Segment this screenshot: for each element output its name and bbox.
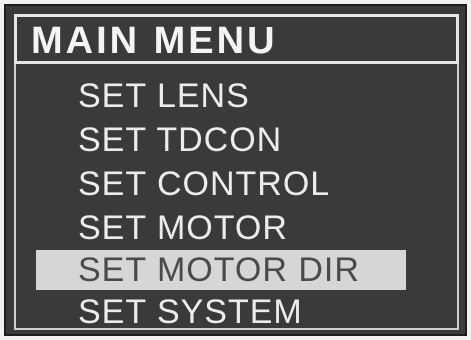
menu-item-set-control[interactable]: SET CONTROL [78, 164, 330, 204]
menu-panel: SET LENS SET TDCON SET CONTROL SET MOTOR… [14, 64, 459, 332]
menu-item-set-system[interactable]: SET SYSTEM [78, 292, 303, 332]
menu-item-label: SET MOTOR [78, 209, 288, 247]
osd-screen: MAIN MENU SET LENS SET TDCON SET CONTROL… [4, 4, 467, 336]
menu-item-label: SET SYSTEM [78, 293, 303, 331]
menu-item-set-lens[interactable]: SET LENS [78, 76, 250, 116]
menu-item-label: SET LENS [78, 77, 250, 115]
menu-item-set-tdcon[interactable]: SET TDCON [78, 120, 282, 160]
menu-item-set-motor-dir[interactable]: SET MOTOR DIR [36, 250, 406, 290]
menu-item-set-motor[interactable]: SET MOTOR [78, 208, 288, 248]
menu-title: MAIN MENU [31, 20, 278, 62]
menu-item-label: SET MOTOR DIR [78, 251, 360, 289]
menu-item-label: SET CONTROL [78, 165, 331, 203]
menu-title-bar: MAIN MENU [14, 14, 459, 64]
menu-item-label: SET TDCON [78, 121, 283, 159]
